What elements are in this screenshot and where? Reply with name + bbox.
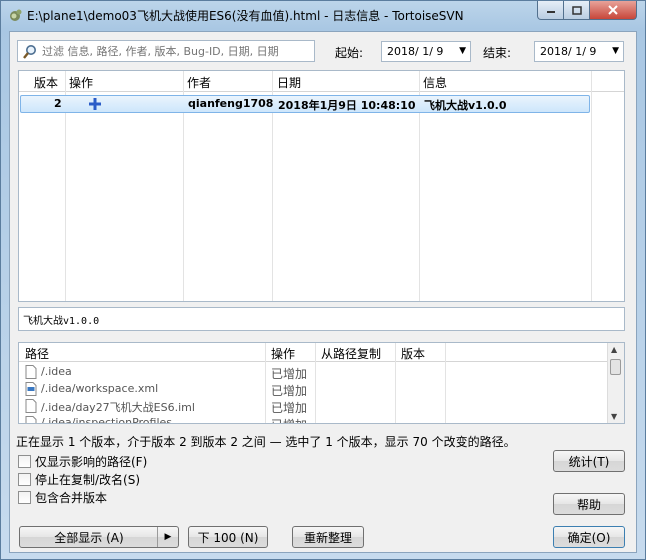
column-header-path[interactable]: 路径 <box>25 345 49 362</box>
changed-path-action: 已增加 <box>271 384 308 398</box>
column-header-revision[interactable]: 版本 <box>34 74 58 91</box>
maximize-icon <box>571 5 582 15</box>
option-include-merged[interactable]: 包含合并版本 <box>18 489 107 505</box>
revision-number: 2 <box>54 97 62 110</box>
help-button[interactable]: 帮助 <box>553 493 625 515</box>
checkbox[interactable] <box>18 472 31 486</box>
column-header-date[interactable]: 日期 <box>277 74 301 91</box>
changed-path: /.idea <box>41 365 72 378</box>
to-date-label: 结束: <box>483 46 512 60</box>
next-100-button[interactable]: 下 100 (N) <box>188 526 268 548</box>
log-window: E:\plane1\demo03飞机大战使用ES6(没有血值).html - 日… <box>0 0 646 560</box>
window-title: E:\plane1\demo03飞机大战使用ES6(没有血值).html - 日… <box>27 9 464 23</box>
changed-path: /.idea/workspace.xml <box>41 382 159 395</box>
maximize-button[interactable] <box>563 1 590 20</box>
changed-paths-header: 路径 操作 从路径复制 版本 <box>19 343 609 362</box>
changed-path: /.idea/inspectionProfiles <box>41 416 173 424</box>
search-icon[interactable] <box>22 44 38 60</box>
changed-path-action: 已增加 <box>271 416 307 423</box>
column-header-path-action[interactable]: 操作 <box>271 345 295 362</box>
column-header-copy-from[interactable]: 从路径复制 <box>321 345 381 362</box>
show-all-button[interactable]: 全部显示 (A) ▶ <box>19 526 179 548</box>
scrollbar-thumb[interactable] <box>610 359 621 375</box>
to-date-value: 2018/ 1/ 9 <box>540 45 597 58</box>
status-text: 正在显示 1 个版本，介于版本 2 到版本 2 之间 — 选中了 1 个版本，显… <box>16 435 516 449</box>
statistics-button[interactable]: 统计(T) <box>553 450 625 472</box>
dialog-client-area: 起始: 2018/ 1/ 9 ▼ 结束: 2018/ 1/ 9 ▼ 版本 操作 … <box>9 31 637 553</box>
changed-path: /.idea/day27飞机大战ES6.iml <box>41 401 195 414</box>
log-message-text: 飞机大战v1.0.0 <box>23 316 100 327</box>
minimize-button[interactable] <box>537 1 564 20</box>
changed-path-action: 已增加 <box>271 401 308 415</box>
to-date-picker[interactable]: 2018/ 1/ 9 ▼ <box>534 41 624 62</box>
option-stop-on-copy[interactable]: 停止在复制/改名(S) <box>18 471 140 487</box>
from-date-value: 2018/ 1/ 9 <box>387 45 444 58</box>
checkbox[interactable] <box>18 454 31 468</box>
tortoisesvn-app-icon <box>10 9 22 21</box>
refresh-button[interactable]: 重新整理 <box>292 526 364 548</box>
vertical-scrollbar[interactable]: ▲ ▼ <box>607 343 624 423</box>
changed-path-row[interactable]: /.idea 已增加 <box>19 364 609 381</box>
changed-path-row[interactable]: /.idea/day27飞机大战ES6.iml 已增加 <box>19 398 609 415</box>
xml-file-icon <box>25 382 37 396</box>
filter-input[interactable] <box>42 43 312 59</box>
chevron-down-icon[interactable]: ▼ <box>612 46 619 56</box>
changed-paths-list[interactable]: 路径 操作 从路径复制 版本 /.idea 已增加 /.idea/workspa… <box>18 342 625 424</box>
show-all-label: 全部显示 (A) <box>54 530 124 545</box>
filter-field[interactable] <box>17 40 315 62</box>
ok-button[interactable]: 确定(O) <box>553 526 625 548</box>
log-message-box[interactable]: 飞机大战v1.0.0 <box>18 307 625 331</box>
close-icon <box>608 5 618 15</box>
close-button[interactable] <box>589 1 637 20</box>
changed-path-row[interactable]: /.idea/inspectionProfiles 已增加 <box>19 415 609 424</box>
from-date-picker[interactable]: 2018/ 1/ 9 ▼ <box>381 41 471 62</box>
revision-list-header: 版本 操作 作者 日期 信息 <box>19 71 624 92</box>
scroll-up-icon[interactable]: ▲ <box>611 345 617 354</box>
column-divider <box>591 71 592 301</box>
from-date-label: 起始: <box>335 46 364 60</box>
dropdown-arrow-icon[interactable]: ▶ <box>157 527 178 547</box>
column-header-actions[interactable]: 操作 <box>69 74 93 91</box>
file-icon <box>25 365 37 379</box>
minimize-icon <box>546 11 555 13</box>
changed-path-action: 已增加 <box>271 367 308 381</box>
title-bar[interactable]: E:\plane1\demo03飞机大战使用ES6(没有血值).html - 日… <box>1 1 645 29</box>
revision-list[interactable]: 版本 操作 作者 日期 信息 2 qianfeng1708 2018年1月9日 … <box>18 70 625 302</box>
option-label: 仅显示影响的路径(F) <box>35 454 148 469</box>
option-label: 停止在复制/改名(S) <box>35 472 141 487</box>
add-icon <box>89 98 101 110</box>
option-label: 包含合并版本 <box>35 490 108 505</box>
revision-author: qianfeng1708 <box>188 97 274 110</box>
column-header-path-revision[interactable]: 版本 <box>401 345 425 362</box>
revision-date: 2018年1月9日 10:48:10 <box>278 99 416 112</box>
revision-row[interactable]: 2 qianfeng1708 2018年1月9日 10:48:10 飞机大战v1… <box>20 95 590 113</box>
checkbox[interactable] <box>18 490 31 504</box>
scroll-down-icon[interactable]: ▼ <box>611 412 617 421</box>
option-only-affected-paths[interactable]: 仅显示影响的路径(F) <box>18 453 147 469</box>
revision-message: 飞机大战v1.0.0 <box>424 99 507 112</box>
file-icon <box>25 416 37 423</box>
file-icon <box>25 399 37 413</box>
column-header-author[interactable]: 作者 <box>187 74 211 91</box>
column-header-message[interactable]: 信息 <box>423 74 447 91</box>
changed-path-row[interactable]: /.idea/workspace.xml 已增加 <box>19 381 609 398</box>
chevron-down-icon[interactable]: ▼ <box>459 46 466 56</box>
